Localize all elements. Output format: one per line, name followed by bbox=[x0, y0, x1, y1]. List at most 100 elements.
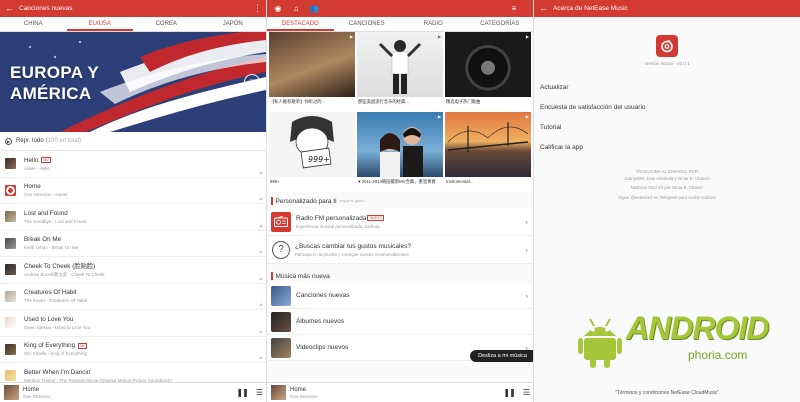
chevron-right-icon: › bbox=[525, 217, 528, 226]
playlist-grid: ▶ 【私人推荐歌单】你听过的... ▶ 那些美国流行音乐的经典... ▶ 精选电… bbox=[267, 32, 533, 192]
tab-china[interactable]: CHINA bbox=[0, 17, 67, 31]
terms-link[interactable]: "Términos y condiciones NetEase CloudMus… bbox=[534, 390, 800, 396]
credits-translators: JuanjoDM, Jose Arbuleda y Omar E. Chavez bbox=[624, 175, 710, 181]
overflow-menu-icon[interactable]: ⋮ bbox=[253, 4, 262, 13]
discover-screen: ◉ ♫ 👥 ≡ DESTACADO CANCIONES RADIO CATEGO… bbox=[267, 0, 533, 402]
change-taste-subtitle: Participa en la prueba y consigue nuevas… bbox=[295, 251, 409, 257]
playlist-icon[interactable]: ☰ bbox=[256, 388, 263, 397]
playlist-card[interactable]: ▶ 【私人推荐歌单】你听过的... bbox=[269, 32, 355, 112]
hero-title: EUROPA Y AMÉRICA bbox=[10, 62, 99, 104]
playlist-caption: 999+ bbox=[270, 179, 280, 184]
playlist-card[interactable]: 999+ 999+ bbox=[269, 112, 355, 192]
playlist-icon[interactable]: ☰ bbox=[523, 388, 530, 397]
more-corner-icon bbox=[259, 276, 262, 280]
back-arrow-icon[interactable]: ← bbox=[539, 4, 548, 13]
pause-icon[interactable]: ❚❚ bbox=[236, 388, 248, 397]
play-all-label: Repr. todo bbox=[16, 138, 44, 144]
question-icon: ? bbox=[272, 240, 290, 259]
survey-item[interactable]: Encuesta de satisfacción del usuario bbox=[534, 98, 800, 118]
song-row[interactable]: Lost and Found The Goodbye - Lost and Fou… bbox=[0, 204, 266, 231]
song-title: Used to Love You bbox=[24, 315, 74, 323]
mini-player[interactable]: Home One Direction ❚❚ ☰ bbox=[267, 382, 533, 402]
bridge-sunset bbox=[447, 122, 529, 152]
tab-canciones[interactable]: CANCIONES bbox=[334, 17, 401, 31]
song-row[interactable]: King of Everything MV Wiz Khalifa - King o… bbox=[0, 337, 266, 363]
play-all-bar[interactable]: ▶ Repr. todo (100 en total) bbox=[0, 132, 266, 151]
swipe-toast[interactable]: Desliza a mi música bbox=[470, 350, 533, 362]
song-row[interactable]: Used to Love You Gwen Stefani - Used to L… bbox=[0, 310, 266, 337]
pause-icon[interactable]: ❚❚ bbox=[503, 388, 515, 397]
playlist-card[interactable]: ▶ ♥ 2011-2013韩国最新MV合集，重温青春 bbox=[357, 112, 443, 192]
netease-logo-icon[interactable]: ◉ bbox=[273, 4, 283, 14]
new-songs-row[interactable]: Canciones nuevas › bbox=[267, 283, 533, 309]
playlist-card[interactable]: ▶ Instrumental... bbox=[445, 112, 531, 192]
playlist-cover: 999+ bbox=[269, 112, 355, 177]
song-title: Lost and Found bbox=[24, 209, 68, 217]
credits-telegram[interactable]: Sigue @netease3 en Telegram para recibir… bbox=[534, 195, 800, 202]
credits-mod: NetEase Mod V3 por Omar E. Chavez bbox=[630, 185, 704, 190]
playlist-card[interactable]: ▶ 精选电子热门歌曲 bbox=[445, 32, 531, 112]
playlist-cover: ▶ bbox=[357, 112, 443, 177]
discover-tabs: DESTACADO CANCIONES RADIO CATEGORÍAS bbox=[267, 17, 533, 32]
back-arrow-icon[interactable]: ← bbox=[5, 4, 14, 13]
change-taste-row[interactable]: ? ¿Buscas cambiar tus gustos musicales? … bbox=[267, 236, 533, 264]
anime-sketch: 999+ bbox=[290, 116, 334, 169]
song-row[interactable]: Creatures Of Habit The Kooks - Creatures … bbox=[0, 284, 266, 310]
personal-section-header: Personalizado para ti según tu gusto bbox=[267, 192, 533, 208]
song-artist: The Goodbye - Lost and Found bbox=[24, 218, 87, 224]
update-item[interactable]: Actualizar bbox=[534, 78, 800, 98]
song-artist: Gwen Stefani - Used to Love You bbox=[24, 324, 91, 330]
friends-icon[interactable]: 👥 bbox=[309, 4, 319, 14]
now-playing-artist: One Direction bbox=[23, 393, 51, 399]
music-note-icon[interactable]: ♫ bbox=[291, 4, 301, 14]
song-row[interactable]: Break On Me Keith Urban - Break On Me bbox=[0, 231, 266, 257]
row-title: Canciones nuevas bbox=[296, 292, 350, 299]
album-thumb bbox=[5, 184, 16, 196]
song-row[interactable]: Hello MV Adele - Hello bbox=[0, 151, 266, 178]
page-title: Canciones nuevas bbox=[19, 5, 73, 12]
album-thumb bbox=[5, 343, 16, 355]
more-corner-icon bbox=[259, 170, 262, 174]
android-robot-icon bbox=[578, 318, 622, 368]
hero-title-line2: AMÉRICA bbox=[10, 84, 92, 103]
album-thumb bbox=[5, 290, 16, 302]
more-corner-icon bbox=[259, 303, 262, 306]
tab-japon[interactable]: JAPÓN bbox=[200, 17, 267, 31]
playlist-caption: 那些美国流行音乐的经典... bbox=[358, 99, 409, 104]
tab-corea[interactable]: COREA bbox=[133, 17, 200, 31]
now-playing-title: Home bbox=[290, 386, 307, 393]
play-count-icon: ▶ bbox=[437, 114, 441, 119]
album-thumb bbox=[5, 158, 16, 170]
row-title: Videoclips nuevos bbox=[296, 344, 349, 351]
new-albums-row[interactable]: Álbumes nuevos bbox=[267, 309, 533, 335]
tab-categorias[interactable]: CATEGORÍAS bbox=[467, 17, 534, 31]
play-circle-icon: ▶ bbox=[5, 137, 12, 145]
collect-icon[interactable]: ▢ bbox=[244, 74, 260, 90]
tab-radio[interactable]: RADIO bbox=[400, 17, 467, 31]
song-artist: Adele - Hello bbox=[24, 165, 50, 171]
album-thumb bbox=[5, 370, 16, 382]
now-playing-artist: One Direction bbox=[290, 393, 318, 399]
more-corner-icon bbox=[259, 197, 262, 200]
now-playing-thumb bbox=[271, 385, 286, 400]
chevron-right-icon: › bbox=[525, 245, 528, 254]
album-thumb bbox=[5, 317, 16, 329]
mini-player[interactable]: Home One Direction ❚❚ ☰ bbox=[0, 382, 266, 402]
tab-eu-usa[interactable]: EU/USA bbox=[66, 17, 133, 31]
tab-destacado[interactable]: DESTACADO bbox=[267, 17, 334, 31]
song-title: Break On Me bbox=[24, 236, 62, 244]
playlist-caption: 精选电子热门歌曲 bbox=[446, 99, 481, 104]
song-artist: One Direction - Home bbox=[24, 192, 68, 198]
song-row[interactable]: Home One Direction - Home bbox=[0, 178, 266, 204]
radio-icon bbox=[271, 211, 291, 232]
more-corner-icon bbox=[259, 223, 262, 227]
playlist-card[interactable]: ▶ 那些美国流行音乐的经典... bbox=[357, 32, 443, 112]
menu-icon[interactable]: ≡ bbox=[509, 4, 519, 14]
song-row[interactable]: Cheek To Cheek (脸贴脸) Andrew Bocelli黄文武 - … bbox=[0, 257, 266, 284]
radio-fm-row[interactable]: Radio FM personalizada NUEVO Experiencia … bbox=[267, 208, 533, 236]
tutorial-item[interactable]: Tutorial bbox=[534, 118, 800, 138]
hero-banner: EUROPA Y AMÉRICA ▢ bbox=[0, 32, 266, 132]
netease-logo-icon bbox=[656, 35, 678, 57]
couple-photo bbox=[380, 127, 423, 177]
rate-app-item[interactable]: Calificar la app bbox=[534, 138, 800, 158]
